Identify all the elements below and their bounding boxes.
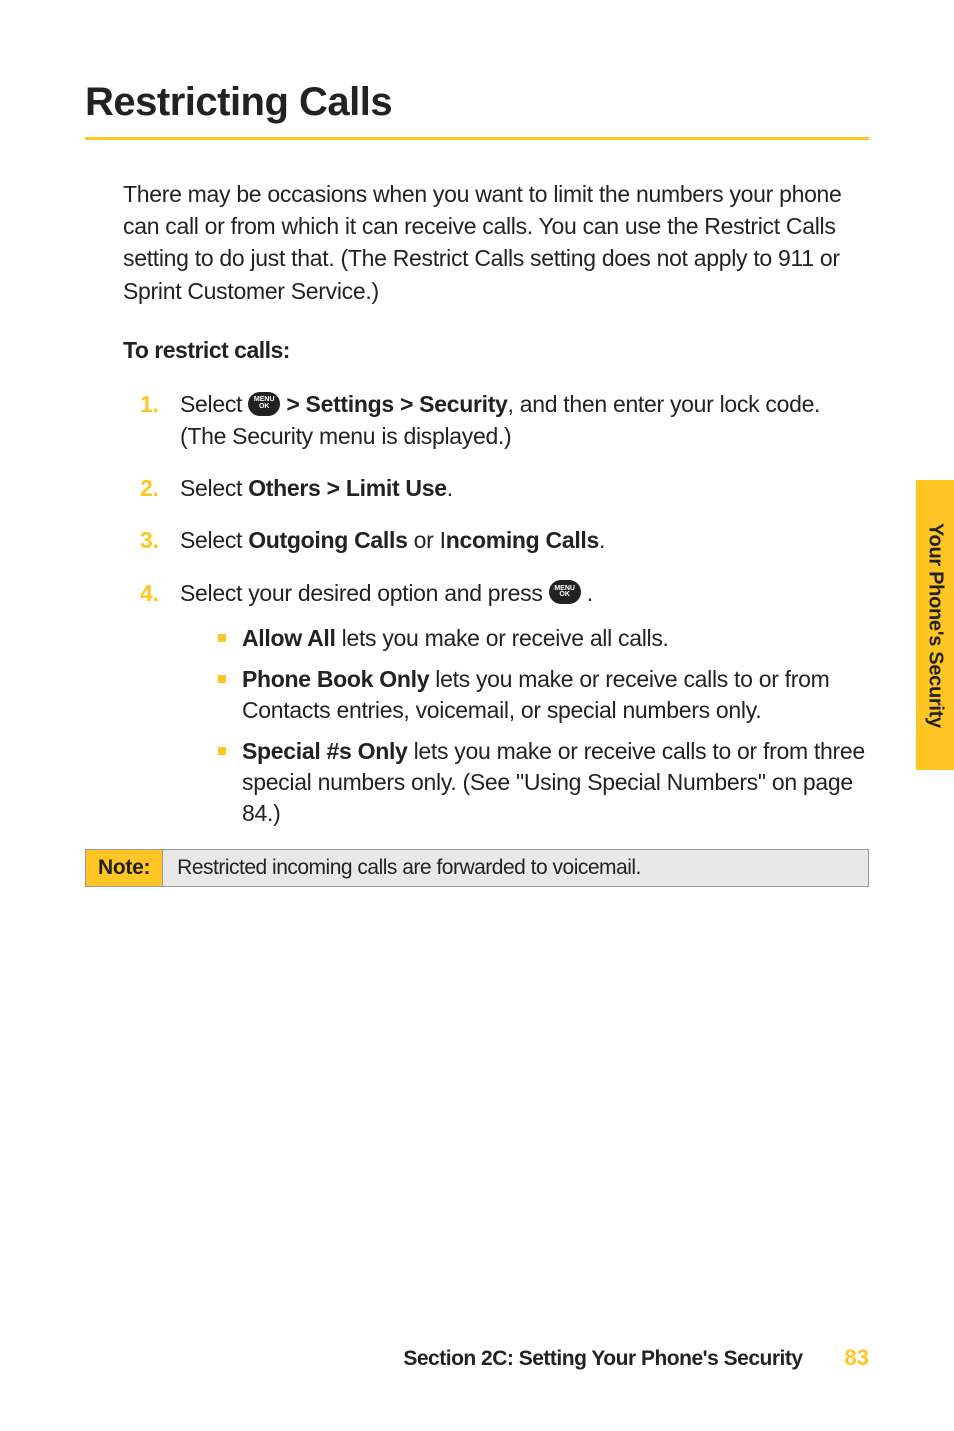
footer-page-number: 83 (845, 1345, 869, 1371)
step-1: Select MENU OK > Settings > Security, an… (140, 388, 869, 452)
step-3-mid: or I (408, 527, 446, 553)
side-tab: Your Phone's Security (916, 480, 954, 770)
page-footer: Section 2C: Setting Your Phone's Securit… (403, 1345, 869, 1371)
option-allow-all-label: Allow All (242, 625, 336, 651)
step-2-prefix: Select (180, 475, 248, 501)
step-3: Select Outgoing Calls or Incoming Calls. (140, 524, 869, 556)
step-3-suffix: . (599, 527, 605, 553)
note-text: Restricted incoming calls are forwarded … (163, 850, 868, 886)
option-allow-all-text: lets you make or receive all calls. (336, 625, 669, 651)
menu-ok-icon-label: MENU OK (248, 397, 280, 410)
menu-ok-icon: MENU OK (549, 580, 581, 604)
steps-list: Select MENU OK > Settings > Security, an… (85, 388, 869, 829)
step-4-suffix: . (581, 580, 593, 606)
menu-ok-icon-label: MENU OK (549, 586, 581, 599)
note-label: Note: (86, 850, 163, 886)
footer-section-label: Section 2C: Setting Your Phone's Securit… (403, 1347, 802, 1371)
step-1-bold: > Settings > Security (286, 391, 507, 417)
step-2-bold: Others > Limit Use (248, 475, 446, 501)
menu-ok-icon: MENU OK (248, 392, 280, 416)
option-special-numbers-only-label: Special #s Only (242, 738, 408, 764)
option-allow-all: Allow All lets you make or receive all c… (218, 623, 869, 654)
option-phone-book-only-label: Phone Book Only (242, 666, 429, 692)
step-3-bold-1: Outgoing Calls (248, 527, 407, 553)
step-2: Select Others > Limit Use. (140, 472, 869, 504)
options-list: Allow All lets you make or receive all c… (180, 623, 869, 829)
step-4: Select your desired option and press MEN… (140, 577, 869, 829)
option-phone-book-only: Phone Book Only lets you make or receive… (218, 664, 869, 726)
step-2-suffix: . (447, 475, 453, 501)
subheading: To restrict calls: (85, 337, 869, 364)
step-1-prefix: Select (180, 391, 248, 417)
option-special-numbers-only: Special #s Only lets you make or receive… (218, 736, 869, 829)
intro-paragraph: There may be occasions when you want to … (85, 178, 869, 307)
note-box: Note: Restricted incoming calls are forw… (85, 849, 869, 887)
step-3-bold-2: ncoming Calls (446, 527, 599, 553)
side-tab-label: Your Phone's Security (924, 523, 947, 728)
step-3-prefix: Select (180, 527, 248, 553)
page-title: Restricting Calls (85, 80, 869, 140)
step-4-prefix: Select your desired option and press (180, 580, 549, 606)
